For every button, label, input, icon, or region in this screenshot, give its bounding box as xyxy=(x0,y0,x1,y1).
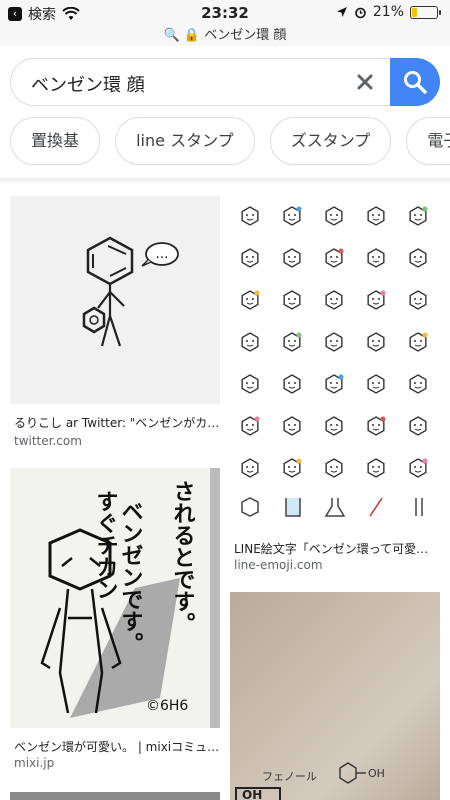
benzene-emoji xyxy=(325,206,343,226)
result-thumbnail[interactable] xyxy=(230,196,440,530)
benzene-emoji xyxy=(283,290,301,310)
page-url[interactable]: 🔍 🔒 ベンゼン環 顔 xyxy=(0,24,450,43)
benzene-emoji xyxy=(409,374,427,394)
chip-electron[interactable]: 電子像 xyxy=(406,117,450,165)
result-thumbnail[interactable] xyxy=(10,792,220,800)
note-formula-small: OH xyxy=(368,767,385,780)
speech-bubble-text: … xyxy=(156,247,169,262)
chip-zu-stamp[interactable]: ズスタンプ xyxy=(269,117,392,165)
benzene-emoji xyxy=(325,416,343,436)
image-result[interactable]: ベンゼンです。 すぐチカン されるとです。 ©6H6 ベンゼン環が可愛い。 | … xyxy=(10,468,220,778)
lab-equipment-icon xyxy=(241,497,259,517)
benzene-emoji xyxy=(409,206,428,226)
result-domain: twitter.com xyxy=(14,434,82,448)
benzene-emoji xyxy=(325,290,343,310)
benzene-emoji xyxy=(241,332,259,352)
result-caption[interactable]: ベンゼン環が可愛い。 | mixiコミュ… xyxy=(14,738,220,755)
benzene-emoji xyxy=(409,332,428,352)
benzene-emoji xyxy=(367,248,385,268)
result-domain: line-emoji.com xyxy=(234,558,323,572)
note-formula-boxed: OH xyxy=(242,788,262,800)
battery-icon xyxy=(410,5,441,19)
benzene-emoji xyxy=(283,416,301,436)
signature-text: ©6H6 xyxy=(146,698,188,714)
benzene-emoji xyxy=(367,374,385,394)
image-result[interactable] xyxy=(10,792,220,800)
benzene-emoji xyxy=(409,416,427,436)
benzene-comic-drawing: ベンゼンです。 すぐチカン されるとです。 ©6H6 xyxy=(10,468,220,728)
vertical-text-3: されるとです。 xyxy=(170,480,196,634)
battery-percent: 21% xyxy=(372,4,404,20)
vertical-text-2: すぐチカン xyxy=(93,490,118,600)
image-result[interactable]: … るりこし ar Twitter: "ベンゼンがカ… twitter.com xyxy=(10,196,220,452)
status-bar: ‹ 検索 23:32 🔍 🔒 ベンゼン環 顔 21% xyxy=(0,0,450,46)
result-thumbnail[interactable]: ベンゼンです。 すぐチカン されるとです。 ©6H6 xyxy=(10,468,220,728)
benzene-figure-drawing: … xyxy=(82,236,179,347)
status-right: 21% xyxy=(336,4,441,20)
search-icon xyxy=(404,71,427,94)
benzene-emoji xyxy=(241,290,260,310)
benzene-emoji xyxy=(241,416,260,436)
lab-equipment-icon xyxy=(324,498,346,517)
benzene-emoji xyxy=(409,458,428,478)
benzene-emoji xyxy=(283,332,302,352)
benzene-emoji xyxy=(241,374,259,394)
result-thumbnail[interactable]: フェノール OH OH xyxy=(230,592,440,800)
benzene-emoji xyxy=(409,248,427,268)
benzene-emoji xyxy=(325,332,343,352)
phenol-note-photo: フェノール OH OH xyxy=(235,762,385,800)
benzene-emoji xyxy=(409,290,427,310)
lab-equipment-icon xyxy=(415,498,423,516)
benzene-emoji xyxy=(283,458,302,478)
suggestion-chips: 置換基 line スタンプ ズスタンプ 電子像 xyxy=(10,117,450,165)
chip-line-stamp[interactable]: line スタンプ xyxy=(115,117,255,165)
alarm-icon xyxy=(355,7,366,18)
clear-icon[interactable] xyxy=(354,71,376,93)
benzene-emoji xyxy=(325,374,344,394)
benzene-emoji xyxy=(241,206,259,226)
lab-equipment-icon xyxy=(369,497,383,517)
benzene-emoji xyxy=(367,416,386,436)
result-caption[interactable]: るりこし ar Twitter: "ベンゼンがカ… xyxy=(14,414,218,431)
benzene-emoji xyxy=(241,458,259,478)
image-result[interactable]: LINE絵文字「ベンゼン環って可愛… line-emoji.com xyxy=(230,196,440,576)
result-thumbnail[interactable]: … xyxy=(10,196,220,404)
benzene-emoji xyxy=(283,248,301,268)
benzene-emoji xyxy=(367,290,386,310)
benzene-emoji xyxy=(325,248,344,268)
header-shadow xyxy=(0,178,450,184)
note-text: フェノール xyxy=(262,770,317,783)
benzene-emoji xyxy=(283,374,301,394)
search-input[interactable]: ベンゼン環 顔 xyxy=(10,58,390,106)
vertical-text-1: ベンゼンです。 xyxy=(118,500,144,654)
result-domain: mixi.jp xyxy=(14,756,55,770)
emoji-grid xyxy=(241,206,428,517)
image-result[interactable]: フェノール OH OH xyxy=(230,592,440,800)
benzene-emoji xyxy=(367,206,385,226)
result-caption[interactable]: LINE絵文字「ベンゼン環って可愛… xyxy=(234,540,440,557)
search-button[interactable] xyxy=(390,58,440,106)
benzene-emoji xyxy=(325,458,343,478)
benzene-emoji xyxy=(241,248,259,268)
benzene-emoji xyxy=(367,332,385,352)
search-query[interactable]: ベンゼン環 顔 xyxy=(31,71,145,97)
benzene-emoji xyxy=(367,458,385,478)
lab-equipment-icon xyxy=(285,498,301,517)
chip-substituent[interactable]: 置換基 xyxy=(10,117,101,165)
location-arrow-icon xyxy=(336,7,347,17)
benzene-emoji xyxy=(283,206,302,226)
